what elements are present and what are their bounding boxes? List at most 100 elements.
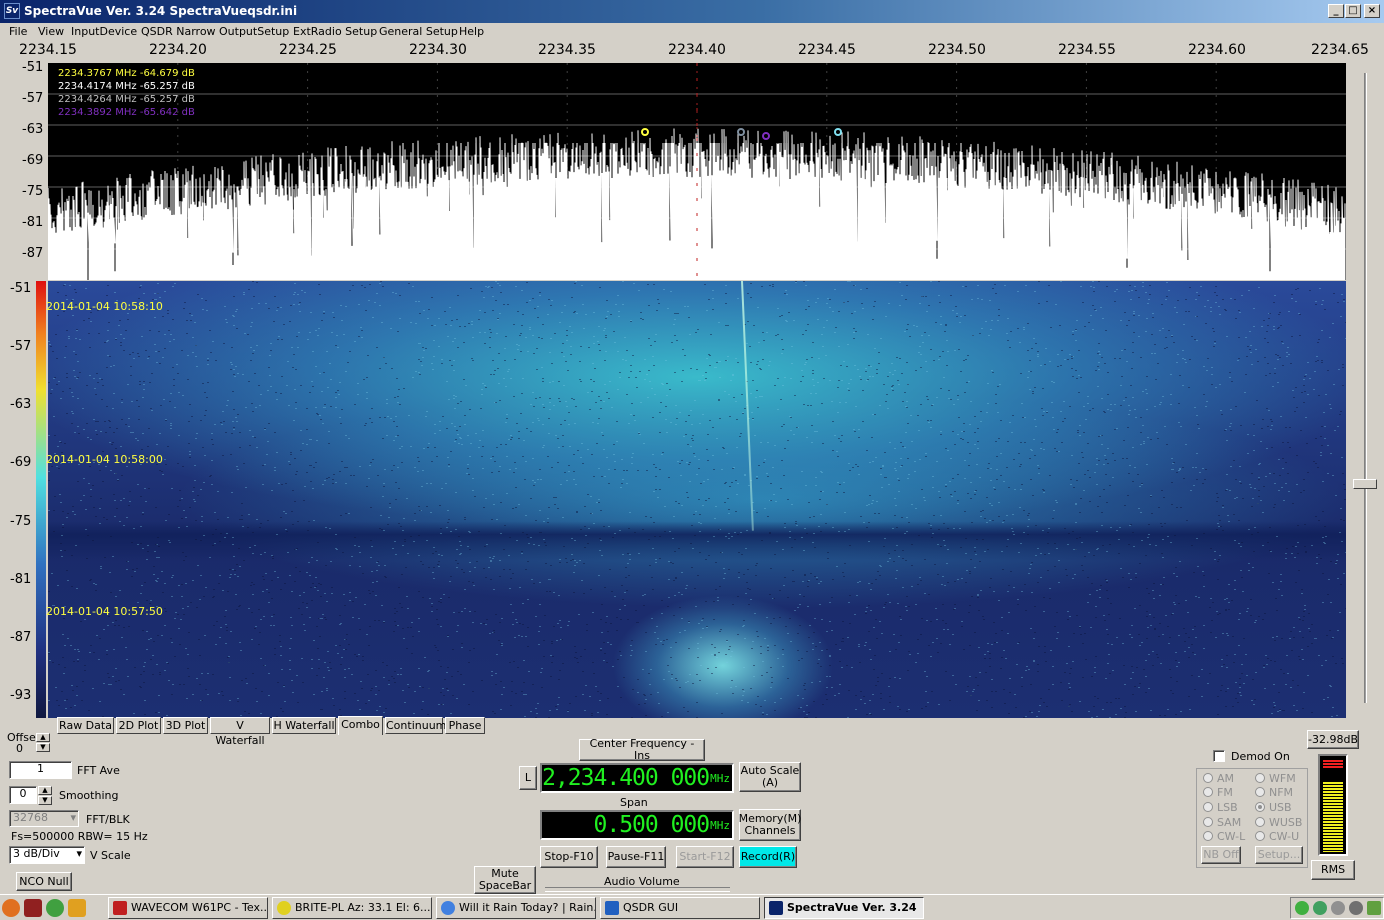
menu-view[interactable]: View <box>38 25 64 38</box>
frequency-axis: 2234.15 2234.20 2234.25 2234.30 2234.35 … <box>0 41 1384 63</box>
chevron-down-icon: ▾ <box>70 811 76 824</box>
nb-off-button[interactable]: NB Off <box>1201 846 1241 864</box>
minimize-button[interactable]: _ <box>1328 4 1344 18</box>
db-tick-label: -87 <box>10 630 32 645</box>
taskbar-label: QSDR GUI <box>623 901 679 914</box>
stop-button[interactable]: Stop-F10 <box>540 846 598 868</box>
app-launcher-icon[interactable] <box>24 899 42 917</box>
taskbar-label: SpectraVue Ver. 3.24 <box>787 901 917 914</box>
spectrum-plot[interactable] <box>48 63 1346 280</box>
waterfall-display[interactable] <box>48 281 1346 718</box>
taskbar-brite-pl[interactable]: BRITE-PL Az: 33.1 El: 6... <box>272 897 432 919</box>
volume-icon[interactable] <box>1349 901 1363 915</box>
mode-usb-radio[interactable]: USB <box>1255 801 1292 814</box>
taskbar-wavecom[interactable]: WAVECOM W61PC - Tex... <box>108 897 268 919</box>
center-frequency-button[interactable]: Center Frequency - Ins <box>579 738 705 762</box>
db-tick-label: -69 <box>10 455 32 470</box>
mode-cwl-radio[interactable]: CW-L <box>1203 830 1245 843</box>
mode-cwu-radio[interactable]: CW-U <box>1255 830 1299 843</box>
taskbar-spectravue[interactable]: SpectraVue Ver. 3.24 <box>764 897 924 919</box>
mode-label: LSB <box>1217 801 1238 814</box>
network-icon[interactable] <box>1295 901 1309 915</box>
tab-2d-plot[interactable]: 2D Plot <box>116 717 161 734</box>
offset-down[interactable]: ▼ <box>36 743 50 752</box>
waterfall-timestamp: 2014-01-04 10:57:50 <box>46 605 163 618</box>
gpredict-icon[interactable] <box>68 899 86 917</box>
menu-help[interactable]: Help <box>459 25 484 38</box>
smoothing-down[interactable]: ▼ <box>38 796 52 805</box>
utorrent-icon[interactable] <box>46 899 64 917</box>
center-frequency-display[interactable]: 2,234.400 000 MHz <box>540 763 734 793</box>
marker-1[interactable] <box>641 128 649 136</box>
start-button[interactable]: Start-F12 <box>676 846 734 868</box>
close-button[interactable]: × <box>1364 4 1380 18</box>
marker-readouts: 2234.3767 MHz -64.679 dB 2234.4174 MHz -… <box>58 67 195 119</box>
memory-channels-button[interactable]: Memory(M) Channels <box>739 809 801 841</box>
radio-selected-icon <box>1255 802 1265 812</box>
mute-button[interactable]: Mute SpaceBar <box>474 866 536 894</box>
marker-3[interactable] <box>762 132 770 140</box>
update-icon[interactable] <box>1331 901 1345 915</box>
db-tick-label: -51 <box>22 60 44 75</box>
slider-thumb[interactable] <box>1353 479 1377 489</box>
mode-sam-radio[interactable]: SAM <box>1203 816 1241 829</box>
tab-3d-plot[interactable]: 3D Plot <box>163 717 208 734</box>
fft-ave-input[interactable]: 1 <box>9 761 72 779</box>
app-icon: Sv <box>4 3 20 19</box>
tab-phase[interactable]: Phase <box>445 717 485 734</box>
l-button[interactable]: L <box>519 766 537 790</box>
auto-scale-button[interactable]: Auto Scale (A) <box>739 762 801 792</box>
mode-am-radio[interactable]: AM <box>1203 772 1234 785</box>
menu-general-setup[interactable]: General Setup <box>379 25 458 38</box>
chevron-down-icon: ▾ <box>76 847 82 860</box>
maximize-button[interactable]: □ <box>1345 4 1361 18</box>
mode-wfm-radio[interactable]: WFM <box>1255 772 1296 785</box>
mode-fm-radio[interactable]: FM <box>1203 786 1233 799</box>
mode-label: WFM <box>1269 772 1296 785</box>
mode-lsb-radio[interactable]: LSB <box>1203 801 1238 814</box>
reference-level-slider[interactable] <box>1348 63 1384 718</box>
radio-icon <box>1203 802 1213 812</box>
waterfall-timestamp: 2014-01-04 10:58:00 <box>46 453 163 466</box>
tab-continuum[interactable]: Continuum <box>385 717 446 734</box>
nco-null-button[interactable]: NCO Null <box>16 872 72 891</box>
security-icon[interactable] <box>1313 901 1327 915</box>
vscale-select[interactable]: 3 dB/Div ▾ <box>9 846 85 864</box>
rms-button[interactable]: RMS <box>1311 860 1355 880</box>
menu-outputsetup[interactable]: OutputSetup <box>219 25 289 38</box>
spectrum-trace <box>48 63 1346 280</box>
audio-volume-slider[interactable] <box>545 887 730 892</box>
tab-combo[interactable]: Combo <box>338 716 383 735</box>
firefox-icon[interactable] <box>2 899 20 917</box>
taskbar-qsdr-gui[interactable]: QSDR GUI <box>600 897 760 919</box>
nvidia-icon[interactable] <box>1367 901 1381 915</box>
menu-file[interactable]: File <box>9 25 27 38</box>
marker-2[interactable] <box>737 128 745 136</box>
mode-nfm-radio[interactable]: NFM <box>1255 786 1293 799</box>
menu-extradio-setup[interactable]: ExtRadio Setup <box>293 25 377 38</box>
offset-up[interactable]: ▲ <box>36 733 50 742</box>
marker-4[interactable] <box>834 128 842 136</box>
smoothing-up[interactable]: ▲ <box>38 786 52 795</box>
taskbar: WAVECOM W61PC - Tex... BRITE-PL Az: 33.1… <box>0 894 1384 920</box>
mode-wusb-radio[interactable]: WUSB <box>1255 816 1302 829</box>
demod-checkbox[interactable] <box>1213 750 1225 762</box>
menu-inputdevice[interactable]: InputDevice <box>71 25 137 38</box>
menu-qsdr-narrow[interactable]: QSDR Narrow <box>141 25 216 38</box>
tab-v-waterfall[interactable]: V Waterfall <box>210 717 270 747</box>
spectrum-noise-path <box>48 128 1346 280</box>
record-button[interactable]: Record(R) <box>739 846 797 868</box>
fs-rbw-readout: Fs=500000 RBW= 15 Hz <box>11 830 148 843</box>
pause-button[interactable]: Pause-F11 <box>606 846 666 868</box>
demod-label: Demod On <box>1231 750 1290 763</box>
freq-tick-label: 2234.35 <box>538 42 596 58</box>
smoothing-input[interactable]: 0 <box>9 786 37 804</box>
fft-blk-select[interactable]: 32768 ▾ <box>9 810 79 827</box>
span-display[interactable]: 0.500 000 MHz <box>540 810 734 840</box>
taskbar-chrome[interactable]: Will it Rain Today? | Rain... <box>436 897 596 919</box>
mode-label: CW-U <box>1269 830 1300 843</box>
chrome-icon <box>441 901 455 915</box>
demod-setup-button[interactable]: Setup... <box>1255 846 1303 864</box>
tab-h-waterfall[interactable]: H Waterfall <box>272 717 336 734</box>
tab-raw-data[interactable]: Raw Data <box>57 717 114 734</box>
